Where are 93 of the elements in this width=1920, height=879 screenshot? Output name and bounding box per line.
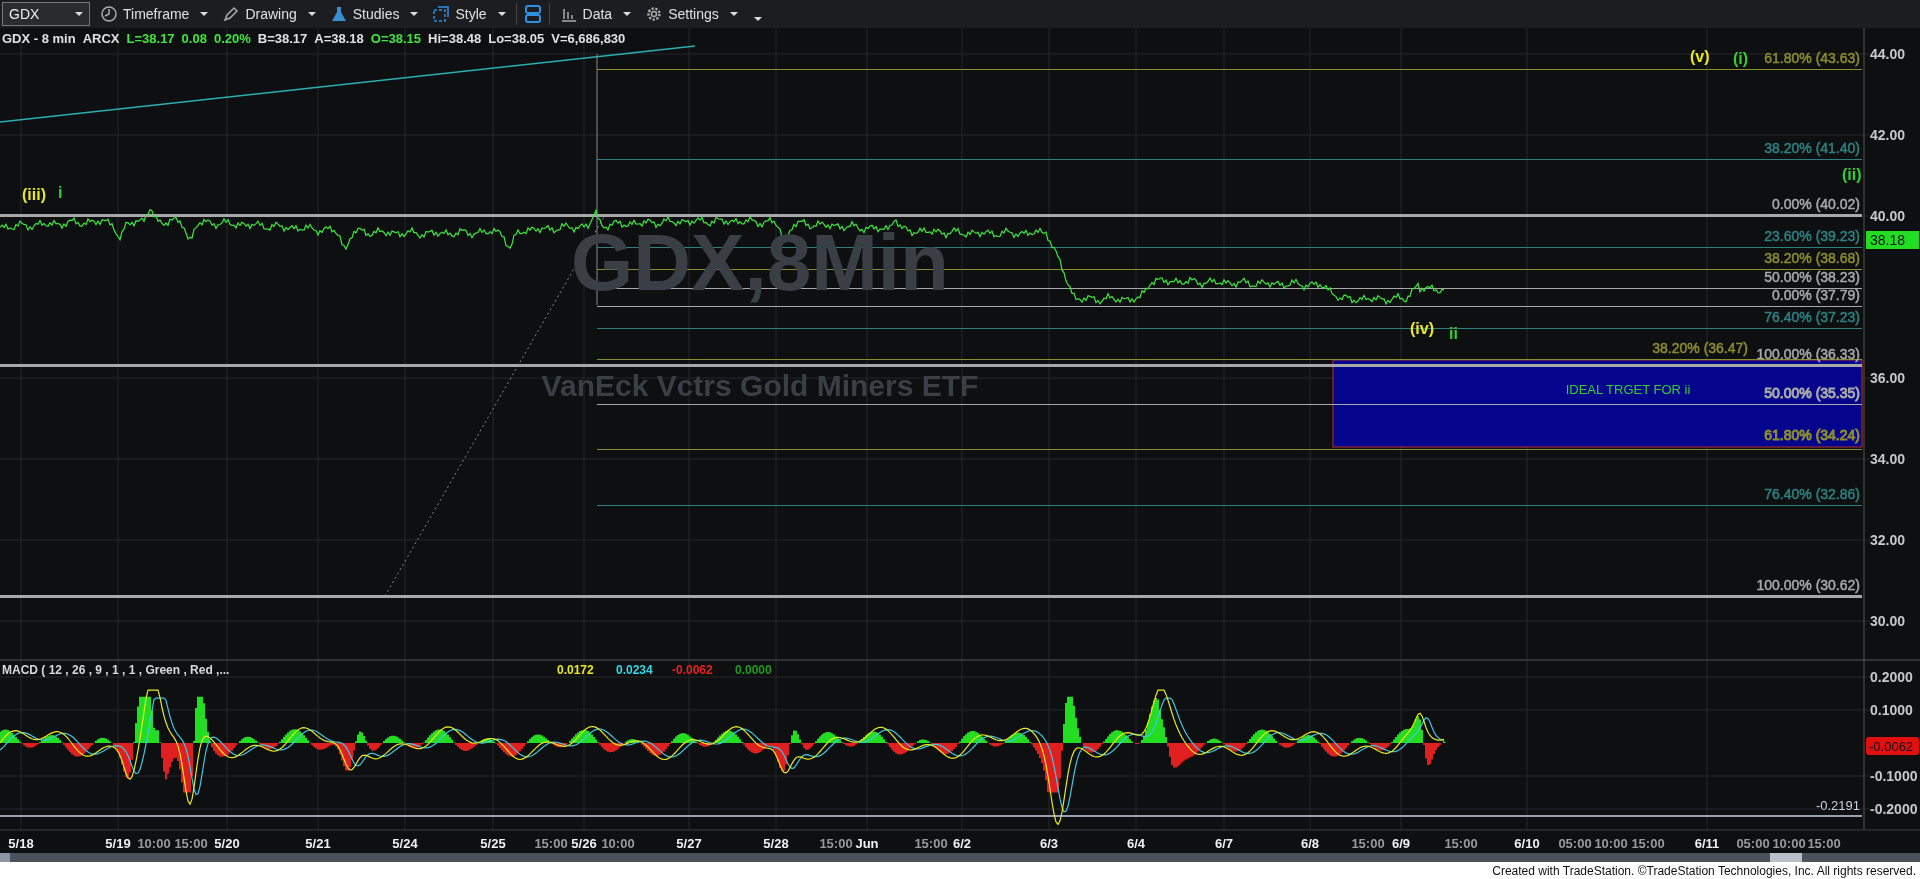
- time-axis-label: 5/18: [8, 836, 34, 851]
- toolbar-menu-button[interactable]: Style: [428, 5, 510, 23]
- caret-icon: [200, 12, 209, 16]
- time-axis-label: 6/10: [1514, 836, 1540, 851]
- price-axis-label: 32.00: [1870, 532, 1906, 548]
- time-axis-label: 5/26: [571, 836, 597, 851]
- time-axis-label: 6/4: [1126, 836, 1146, 851]
- fib-level-label: 50.00% (35.35): [1764, 385, 1860, 402]
- dashed-square-icon: [432, 5, 451, 23]
- toolbar-menu-button[interactable]: Settings: [641, 5, 742, 23]
- fib-level-label: 38.20% (41.40): [1764, 140, 1860, 157]
- symbol-dropdown[interactable]: GDX: [2, 2, 90, 26]
- target-zone-label: IDEAL TRGET FOR ii: [1565, 382, 1691, 397]
- time-axis-label: 10:00: [1772, 836, 1806, 851]
- time-axis-label: 6/3: [1039, 836, 1059, 851]
- time-axis-label: 6/9: [1391, 836, 1411, 851]
- toolbar-menu-button[interactable]: Data: [555, 5, 636, 23]
- time-axis-label: 15:00: [1631, 836, 1665, 851]
- caret-icon: [497, 12, 506, 16]
- price-axis-label: 42.00: [1870, 127, 1906, 143]
- wave-label: (ii): [1842, 166, 1862, 183]
- macd-axis-label: 0.2000: [1870, 669, 1913, 685]
- fib-level-label: 38.20% (38.68): [1764, 250, 1860, 267]
- time-axis-label: 5/27: [676, 836, 702, 851]
- fib-level-label: 0.00% (37.79): [1772, 286, 1860, 303]
- time-axis-label: 15:00: [914, 836, 948, 851]
- time-axis-label: 15:00: [1444, 836, 1478, 851]
- time-axis-label: 10:00: [601, 836, 635, 851]
- caret-icon: [307, 12, 316, 16]
- time-axis-label: 5/28: [763, 836, 789, 851]
- toolbar-menu-button[interactable]: Drawing: [218, 5, 320, 23]
- price-axis-label: 34.00: [1870, 451, 1906, 467]
- fib-level-label: 76.40% (32.86): [1764, 486, 1860, 503]
- time-axis-label: 6/8: [1300, 836, 1320, 851]
- copyright-text: Created with TradeStation. ©TradeStation Technologies, Inc. All rights reserved.: [1492, 863, 1916, 878]
- time-axis-label: 5/21: [305, 836, 331, 851]
- time-axis-label: 6/7: [1214, 836, 1234, 851]
- time-axis-label: 15:00: [534, 836, 568, 851]
- wave-label: (v): [1690, 48, 1710, 65]
- flask-icon: [329, 5, 348, 23]
- layout-icon[interactable]: [522, 4, 543, 24]
- low-value-label: -0.2191: [1815, 798, 1860, 813]
- toolbar-menu-button[interactable]: Studies: [325, 5, 423, 23]
- time-axis-label: 5/25: [480, 836, 506, 851]
- price-axis-label: 36.00: [1870, 370, 1906, 386]
- price-axis-label: 44.00: [1870, 46, 1906, 62]
- wave-label: i: [58, 184, 63, 201]
- time-axis-label: 10:00: [137, 836, 171, 851]
- time-axis-label: Jun: [855, 836, 879, 851]
- time-axis-label: 6/2: [952, 836, 972, 851]
- time-axis-label: 15:00: [174, 836, 208, 851]
- wave-label: (iv): [1410, 320, 1434, 337]
- caret-icon[interactable]: [753, 17, 762, 21]
- caret-icon: [410, 12, 419, 16]
- fib-level-label: 100.00% (30.62): [1756, 576, 1860, 593]
- last-price-badge: 38.18: [1866, 231, 1919, 249]
- caret-icon: [75, 12, 83, 16]
- fib-level-label: 38.20% (36.47): [1652, 339, 1748, 356]
- quote-line: GDX - 8 min ARCX L=38.17 0.08 0.20% B=38.17 A=38.18 O=38.15 Hi=38.48 Lo=38.05 V=6,686,830: [2, 31, 626, 46]
- macd-axis-label: -0.2000: [1870, 801, 1918, 817]
- price-axis-label: 30.00: [1870, 613, 1906, 629]
- wave-label: ii: [1449, 325, 1458, 342]
- settings-icon: [645, 5, 664, 23]
- macd-value-badge: -0.0062: [1866, 737, 1919, 755]
- time-axis-label: 15:00: [819, 836, 853, 851]
- macd-axis-label: 0.1000: [1870, 702, 1913, 718]
- time-axis-label: 5/24: [392, 836, 418, 851]
- price-axis-label: 40.00: [1870, 208, 1906, 224]
- wave-label: (i): [1733, 50, 1749, 67]
- time-axis-label: 15:00: [1351, 836, 1385, 851]
- caret-icon: [623, 12, 632, 16]
- fib-level-label: 61.80% (34.24): [1764, 427, 1860, 444]
- time-axis-label: 5/20: [214, 836, 240, 851]
- time-axis-label: 5/19: [105, 836, 131, 851]
- fib-level-label: 100.00% (36.33): [1756, 345, 1860, 362]
- scrollbar[interactable]: [0, 853, 1920, 862]
- time-axis-label: 15:00: [1807, 836, 1841, 851]
- fib-level-label: 23.60% (39.23): [1764, 228, 1860, 245]
- pen-icon: [222, 5, 241, 23]
- fib-level-label: 50.00% (38.23): [1764, 268, 1860, 285]
- time-axis-label: 10:00: [1594, 836, 1628, 851]
- macd-axis-label: -0.1000: [1870, 768, 1918, 784]
- time-axis-label: 05:00: [1736, 836, 1770, 851]
- wave-label: (iii): [22, 186, 46, 203]
- toolbar-menu-button[interactable]: Timeframe: [96, 5, 213, 23]
- fib-level-label: 61.80% (43.63): [1764, 50, 1860, 66]
- fib-level-label: 0.00% (40.02): [1772, 196, 1860, 213]
- time-axis-label: 6/11: [1694, 836, 1720, 851]
- fib-level-label: 76.40% (37.23): [1764, 309, 1860, 326]
- caret-icon: [729, 12, 738, 16]
- macd-legend: MACD ( 12 , 26 , 9 , 1 , 1 , Green , Red ,... 0.0172 0.0234 -0.0062 0.0000: [2, 663, 772, 677]
- clock-icon: [100, 5, 118, 23]
- time-axis-label: 05:00: [1558, 836, 1592, 851]
